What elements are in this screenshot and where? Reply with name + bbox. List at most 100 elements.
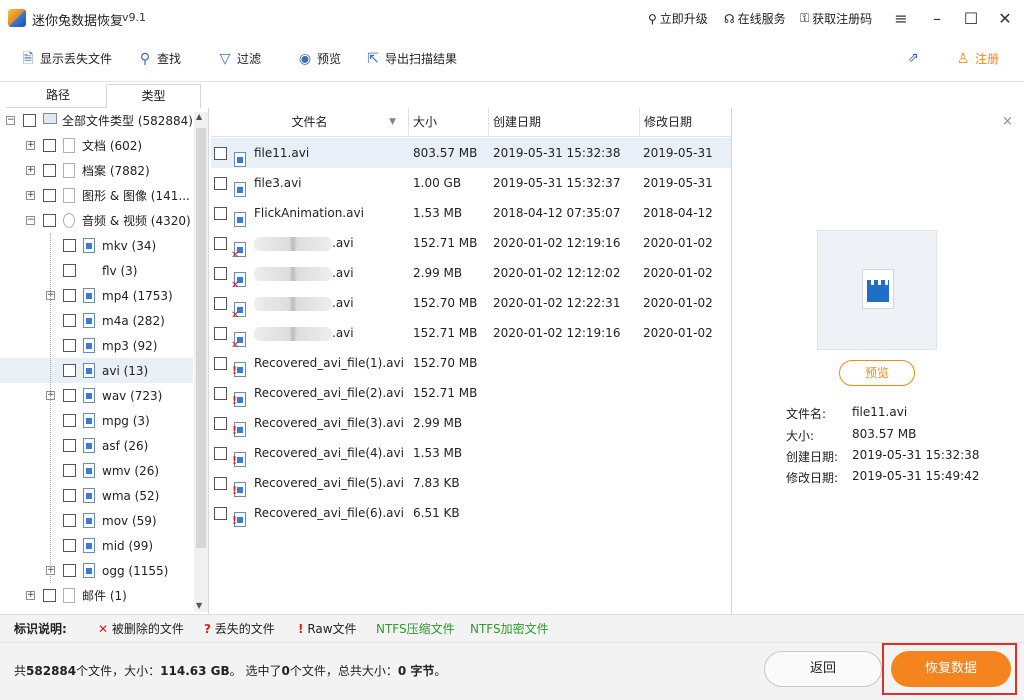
file-checkbox[interactable]	[214, 297, 227, 310]
file-checkbox[interactable]	[214, 147, 227, 160]
filter-button[interactable]: ▽ 过滤	[217, 50, 261, 67]
expand-toggle-icon[interactable]: −	[26, 216, 35, 225]
expand-toggle-icon[interactable]: −	[6, 116, 15, 125]
file-row[interactable]: file3.avi 1.00 GB 2019-05-31 15:32:37 2019-…	[211, 168, 731, 198]
tree-item[interactable]: mpg (3)	[0, 408, 193, 433]
tree-checkbox[interactable]	[63, 389, 76, 402]
export-scan-results-button[interactable]: ⇱ 导出扫描结果	[365, 50, 457, 67]
close-preview-icon[interactable]: ×	[1002, 114, 1013, 129]
file-checkbox[interactable]	[214, 207, 227, 220]
tree-checkbox[interactable]	[63, 514, 76, 527]
tree-checkbox[interactable]	[63, 489, 76, 502]
tree-checkbox[interactable]	[63, 239, 76, 252]
recover-data-button[interactable]: 恢复数据	[891, 651, 1011, 687]
file-row[interactable]: ! Recovered_avi_file(1).avi 152.70 MB	[211, 348, 731, 378]
column-size-header[interactable]: 大小	[409, 108, 489, 137]
tree-item[interactable]: mkv (34)	[0, 233, 193, 258]
maximize-icon[interactable]: ☐	[960, 8, 982, 30]
tree-item[interactable]: + ogg (1155)	[0, 558, 193, 583]
file-row[interactable]: ✕ .avi 152.71 MB 2020-01-02 12:19:16 2020-01…	[211, 318, 731, 351]
tree-item[interactable]: + 文档 (602)	[0, 133, 193, 158]
tree-item[interactable]: avi (13)	[0, 358, 193, 383]
tree-item[interactable]: wma (52)	[0, 483, 193, 508]
file-row[interactable]: FlickAnimation.avi 1.53 MB 2018-04-12 07:3…	[211, 198, 731, 228]
find-button[interactable]: ⚲ 查找	[137, 50, 181, 67]
tab-type[interactable]: 类型	[106, 84, 201, 108]
file-checkbox[interactable]	[214, 177, 227, 190]
file-checkbox[interactable]	[214, 387, 227, 400]
file-row[interactable]: ! Recovered_avi_file(6).avi 6.51 KB	[211, 498, 731, 528]
column-created-header[interactable]: 创建日期	[489, 108, 640, 137]
file-row[interactable]: ✕ .avi 2.99 MB 2020-01-02 12:12:02 2020-01-0…	[211, 258, 731, 291]
tree-checkbox[interactable]	[63, 464, 76, 477]
tree-checkbox[interactable]	[63, 539, 76, 552]
file-checkbox[interactable]	[214, 267, 227, 280]
scroll-up-icon[interactable]: ▲	[196, 112, 202, 121]
preview-file-button[interactable]: 预览	[839, 360, 915, 386]
tree-checkbox[interactable]	[43, 189, 56, 202]
tree-item[interactable]: + wav (723)	[0, 383, 193, 408]
register-button[interactable]: ♙ 注册	[955, 50, 999, 67]
file-size: 7.83 KB	[413, 476, 460, 490]
tree-item[interactable]: asf (26)	[0, 433, 193, 458]
file-checkbox[interactable]	[214, 357, 227, 370]
tree-item[interactable]: − 全部文件类型 (582884)	[0, 108, 193, 133]
tree-checkbox[interactable]	[63, 339, 76, 352]
tab-path[interactable]: 路径	[6, 84, 110, 108]
tree-checkbox[interactable]	[63, 289, 76, 302]
tree-checkbox[interactable]	[43, 589, 56, 602]
file-row[interactable]: file11.avi 803.57 MB 2019-05-31 15:32:38 20…	[211, 138, 731, 168]
file-row[interactable]: ! Recovered_avi_file(5).avi 7.83 KB	[211, 468, 731, 498]
file-checkbox[interactable]	[214, 417, 227, 430]
expand-toggle-icon[interactable]: +	[26, 166, 35, 175]
tree-checkbox[interactable]	[63, 264, 76, 277]
upgrade-link[interactable]: ⚲ 立即升级	[648, 10, 708, 27]
menu-icon[interactable]: ≡	[890, 8, 912, 30]
file-checkbox[interactable]	[214, 447, 227, 460]
tree-item[interactable]: + 邮件 (1)	[0, 583, 193, 608]
expand-toggle-icon[interactable]: +	[26, 141, 35, 150]
tree-item[interactable]: mid (99)	[0, 533, 193, 558]
expand-toggle-icon[interactable]: +	[26, 591, 35, 600]
file-row[interactable]: ✕ .avi 152.70 MB 2020-01-02 12:22:31 2020-01…	[211, 288, 731, 321]
column-name-header[interactable]: 文件名 ▼	[211, 108, 409, 137]
tree-checkbox[interactable]	[63, 414, 76, 427]
tree-checkbox[interactable]	[63, 439, 76, 452]
file-checkbox[interactable]	[214, 237, 227, 250]
get-code-link[interactable]: ⚿ 获取注册码	[800, 10, 872, 27]
column-modified-header[interactable]: 修改日期	[640, 108, 731, 137]
back-button[interactable]: 返回	[764, 651, 882, 687]
tree-item[interactable]: + mp4 (1753)	[0, 283, 193, 308]
tree-item[interactable]: mov (59)	[0, 508, 193, 533]
tree-checkbox[interactable]	[63, 364, 76, 377]
expand-toggle-icon[interactable]: +	[26, 191, 35, 200]
tree-item[interactable]: − 音频 & 视频 (4320)	[0, 208, 193, 233]
online-service-link[interactable]: ☊ 在线服务	[724, 10, 786, 27]
tree-scrollbar-thumb[interactable]	[196, 128, 206, 548]
file-row[interactable]: ! Recovered_avi_file(4).avi 1.53 MB	[211, 438, 731, 468]
tree-checkbox[interactable]	[43, 164, 56, 177]
show-lost-files-button[interactable]: 🗎 显示丢失文件	[20, 50, 112, 67]
file-row[interactable]: ! Recovered_avi_file(2).avi 152.71 MB	[211, 378, 731, 408]
tree-checkbox[interactable]	[63, 314, 76, 327]
tree-checkbox[interactable]	[43, 139, 56, 152]
tree-checkbox[interactable]	[23, 114, 36, 127]
file-checkbox[interactable]	[214, 327, 227, 340]
tree-item[interactable]: + 图形 & 图像 (141...	[0, 183, 193, 208]
scroll-down-icon[interactable]: ▼	[196, 601, 202, 610]
tree-item[interactable]: m4a (282)	[0, 308, 193, 333]
minimize-icon[interactable]: –	[926, 8, 948, 30]
tree-item[interactable]: + 档案 (7882)	[0, 158, 193, 183]
file-checkbox[interactable]	[214, 477, 227, 490]
preview-button[interactable]: ◉ 预览	[297, 50, 341, 67]
file-checkbox[interactable]	[214, 507, 227, 520]
tree-item[interactable]: wmv (26)	[0, 458, 193, 483]
file-row[interactable]: ! Recovered_avi_file(3).avi 2.99 MB	[211, 408, 731, 438]
tree-checkbox[interactable]	[63, 564, 76, 577]
file-row[interactable]: ✕ .avi 152.71 MB 2020-01-02 12:19:16 2020-01…	[211, 228, 731, 261]
close-icon[interactable]: ✕	[994, 8, 1016, 30]
tree-item[interactable]: mp3 (92)	[0, 333, 193, 358]
share-button[interactable]: ⇗	[905, 50, 921, 66]
tree-checkbox[interactable]	[43, 214, 56, 227]
tree-item[interactable]: flv (3)	[0, 258, 193, 283]
